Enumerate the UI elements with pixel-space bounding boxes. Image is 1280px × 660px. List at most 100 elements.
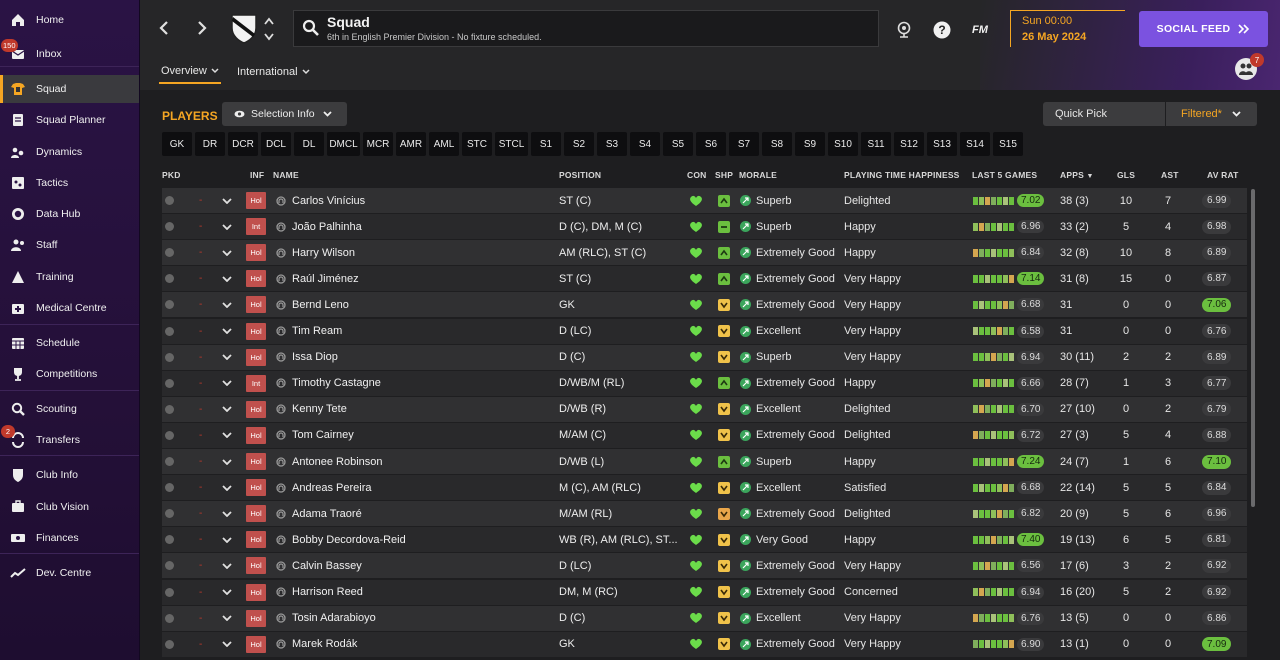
col-apps[interactable]: APPS ▼: [1060, 170, 1094, 180]
player-name[interactable]: Antonee Robinson: [292, 449, 383, 474]
row-dropdown[interactable]: [222, 449, 232, 474]
club-switch-arrows[interactable]: [263, 16, 275, 42]
table-row[interactable]: - Hol Issa Diop D (C) Superb Very Happy 6.94 30…: [162, 344, 1247, 370]
pick-toggle[interactable]: [165, 319, 175, 344]
table-row[interactable]: - Hol Harrison Reed DM, M (RC) Extremely Goo…: [162, 579, 1247, 605]
row-dropdown[interactable]: [222, 371, 232, 396]
row-dropdown[interactable]: [222, 266, 232, 291]
position-button-gk[interactable]: GK: [162, 132, 192, 156]
row-dropdown[interactable]: [222, 214, 232, 239]
sidebar-item-club-vision[interactable]: Club Vision: [0, 493, 139, 521]
sidebar-item-transfers[interactable]: 2 Transfers: [0, 425, 139, 454]
position-button-s11[interactable]: S11: [861, 132, 891, 156]
row-dropdown[interactable]: [222, 292, 232, 317]
player-name[interactable]: João Palhinha: [292, 214, 362, 239]
table-row[interactable]: - Hol Tosin Adarabioyo D (C) Excellent Very H…: [162, 605, 1247, 631]
player-name[interactable]: Harrison Reed: [292, 580, 363, 605]
player-name[interactable]: Tosin Adarabioyo: [292, 606, 376, 631]
sidebar-item-tactics[interactable]: Tactics: [0, 169, 139, 197]
table-row[interactable]: - Hol Tom Cairney M/AM (C) Extremely Good Del…: [162, 422, 1247, 448]
pick-toggle[interactable]: [165, 527, 175, 552]
tab-overview[interactable]: Overview: [159, 60, 221, 84]
pick-toggle[interactable]: [165, 371, 175, 396]
player-name[interactable]: Adama Traoré: [292, 501, 362, 526]
col-pth[interactable]: PLAYING TIME HAPPINESS: [844, 170, 960, 180]
table-row[interactable]: - Hol Carlos Vinícius ST (C) Superb Delighted…: [162, 188, 1247, 213]
table-row[interactable]: - Hol Bernd Leno GK Extremely Good Very Happy…: [162, 292, 1247, 318]
position-button-amr[interactable]: AMR: [396, 132, 426, 156]
position-button-s13[interactable]: S13: [927, 132, 957, 156]
sidebar-item-staff[interactable]: Staff: [0, 231, 139, 259]
position-button-dl[interactable]: DL: [294, 132, 324, 156]
pick-toggle[interactable]: [165, 240, 175, 265]
col-morale[interactable]: MORALE: [739, 170, 777, 180]
pick-toggle[interactable]: [165, 475, 175, 500]
row-dropdown[interactable]: [222, 527, 232, 552]
table-row[interactable]: - Hol Andreas Pereira M (C), AM (RLC) Excell…: [162, 475, 1247, 501]
position-button-s8[interactable]: S8: [762, 132, 792, 156]
filter-button[interactable]: Filtered*: [1169, 102, 1257, 126]
sidebar-item-dev-centre[interactable]: Dev. Centre: [0, 559, 139, 587]
row-dropdown[interactable]: [222, 632, 232, 657]
player-name[interactable]: Tom Cairney: [292, 423, 354, 448]
player-name[interactable]: Calvin Bassey: [292, 553, 362, 578]
position-button-s4[interactable]: S4: [630, 132, 660, 156]
row-dropdown[interactable]: [222, 319, 232, 344]
col-inf[interactable]: INF: [250, 170, 264, 180]
position-button-s1[interactable]: S1: [531, 132, 561, 156]
pick-toggle[interactable]: [165, 553, 175, 578]
scrollbar[interactable]: [1251, 189, 1255, 507]
row-dropdown[interactable]: [222, 423, 232, 448]
player-name[interactable]: Carlos Vinícius: [292, 188, 365, 213]
col-gls[interactable]: GLS: [1117, 170, 1135, 180]
position-button-s7[interactable]: S7: [729, 132, 759, 156]
sidebar-item-training[interactable]: Training: [0, 263, 139, 291]
sidebar-item-inbox[interactable]: 150 Inbox: [0, 39, 139, 68]
pick-toggle[interactable]: [165, 632, 175, 657]
sidebar-item-medical-centre[interactable]: Medical Centre: [0, 294, 139, 322]
pick-toggle[interactable]: [165, 580, 175, 605]
sidebar-item-finances[interactable]: Finances: [0, 524, 139, 552]
pick-toggle[interactable]: [165, 606, 175, 631]
table-row[interactable]: - Hol Harry Wilson AM (RLC), ST (C) Extremel…: [162, 240, 1247, 266]
player-name[interactable]: Issa Diop: [292, 345, 338, 370]
trophy-award-icon[interactable]: [894, 20, 914, 40]
position-button-s12[interactable]: S12: [894, 132, 924, 156]
player-name[interactable]: Tim Ream: [292, 319, 342, 344]
col-ast[interactable]: AST: [1161, 170, 1179, 180]
forward-button[interactable]: [192, 18, 212, 38]
row-dropdown[interactable]: [222, 580, 232, 605]
table-row[interactable]: - Hol Tim Ream D (LC) Excellent Very Happy 6.5…: [162, 318, 1247, 344]
club-crest-icon[interactable]: [229, 12, 259, 44]
sidebar-item-dynamics[interactable]: Dynamics: [0, 138, 139, 166]
sidebar-item-squad-planner[interactable]: Squad Planner: [0, 106, 139, 134]
table-row[interactable]: - Hol Bobby Decordova-Reid WB (R), AM (RLC)…: [162, 527, 1247, 553]
position-button-dcl[interactable]: DCL: [261, 132, 291, 156]
position-button-dcr[interactable]: DCR: [228, 132, 258, 156]
position-button-aml[interactable]: AML: [429, 132, 459, 156]
col-position[interactable]: POSITION: [559, 170, 601, 180]
col-shp[interactable]: SHP: [715, 170, 733, 180]
col-pkd[interactable]: PKD: [162, 170, 181, 180]
pick-toggle[interactable]: [165, 292, 175, 317]
pick-toggle[interactable]: [165, 397, 175, 422]
position-button-s2[interactable]: S2: [564, 132, 594, 156]
sidebar-item-home[interactable]: Home: [0, 6, 139, 34]
sidebar-item-scouting[interactable]: Scouting: [0, 395, 139, 423]
player-name[interactable]: Harry Wilson: [292, 240, 355, 265]
player-name[interactable]: Kenny Tete: [292, 397, 347, 422]
position-button-s10[interactable]: S10: [828, 132, 858, 156]
quick-pick-button[interactable]: Quick Pick: [1043, 102, 1165, 126]
table-row[interactable]: - Hol Calvin Bassey D (LC) Extremely Good Ver…: [162, 553, 1247, 579]
player-name[interactable]: Bobby Decordova-Reid: [292, 527, 406, 552]
player-name[interactable]: Raúl Jiménez: [292, 266, 359, 291]
row-dropdown[interactable]: [222, 501, 232, 526]
sidebar-item-squad[interactable]: Squad: [0, 75, 139, 103]
row-dropdown[interactable]: [222, 606, 232, 631]
fm-logo[interactable]: FM: [969, 20, 991, 40]
date-box[interactable]: Sun 00:00 26 May 2024: [1010, 10, 1125, 47]
sidebar-item-competitions[interactable]: Competitions: [0, 360, 139, 388]
row-dropdown[interactable]: [222, 345, 232, 370]
avatar[interactable]: 7: [1235, 53, 1264, 80]
page-header-box[interactable]: Squad 6th in English Premier Division - …: [293, 10, 879, 47]
